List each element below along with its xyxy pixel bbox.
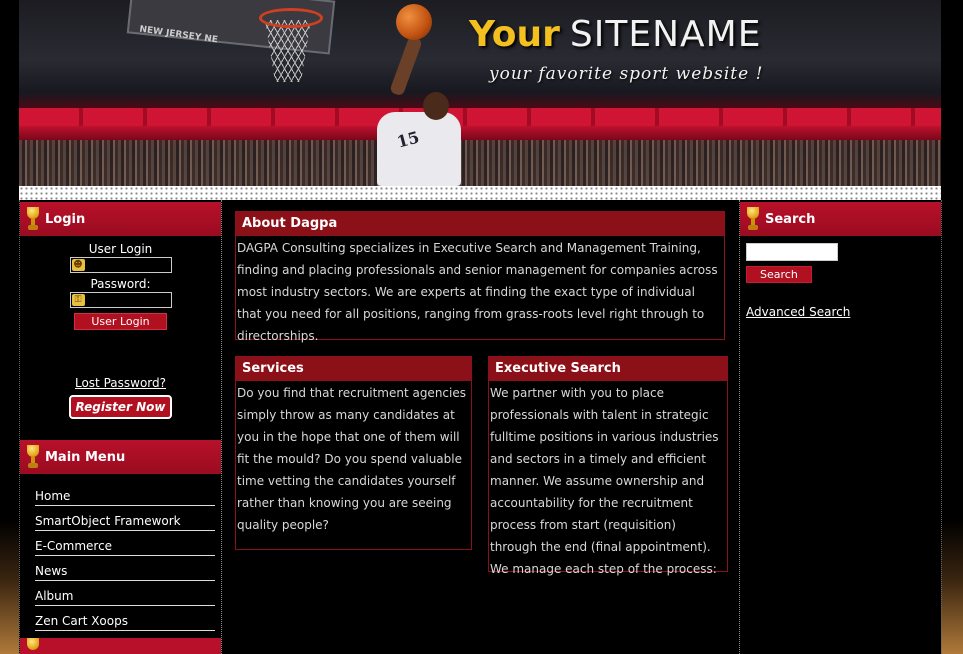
services-box: Services Do you find that recruitment ag…: [235, 356, 472, 550]
menu-item-news[interactable]: News: [35, 557, 215, 581]
left-sidebar: Login User Login ☻ Password: ⚿ User Logi…: [19, 200, 222, 654]
username-field[interactable]: ☻: [69, 257, 172, 273]
main-menu-title: Main Menu: [45, 449, 126, 465]
search-block-title: Search: [740, 202, 941, 236]
login-block-title: Login: [20, 202, 221, 236]
site-title[interactable]: Your SITENAME: [469, 14, 761, 55]
menu-item-label[interactable]: Album: [35, 589, 73, 603]
trophy-icon: [746, 207, 760, 231]
site-title-your: Your: [469, 14, 560, 55]
menu-item-label[interactable]: Zen Cart Xoops: [35, 614, 128, 628]
menu-item-label[interactable]: News: [35, 564, 67, 578]
menu-item-ecommerce[interactable]: E-Commerce: [35, 532, 215, 556]
about-text: DAGPA Consulting specializes in Executiv…: [237, 241, 718, 343]
site-title-name: SITENAME: [569, 14, 762, 55]
executive-search-title: Executive Search: [489, 357, 727, 381]
main-menu-block: Main Menu Home SmartObject Framework E-C…: [20, 438, 221, 632]
menu-item-home[interactable]: Home: [35, 482, 215, 506]
trophy-icon: [26, 207, 40, 231]
player-head-graphic: [423, 92, 449, 120]
executive-search-text: We partner with you to place professiona…: [490, 386, 719, 576]
header-divider: [19, 186, 941, 200]
services-title: Services: [236, 357, 471, 381]
menu-item-album[interactable]: Album: [35, 582, 215, 606]
search-input[interactable]: [746, 243, 838, 261]
page-background-left: [0, 0, 19, 654]
trophy-icon: [26, 638, 40, 654]
advanced-search-link[interactable]: Advanced Search: [746, 305, 941, 319]
trophy-icon: [26, 445, 40, 469]
executive-search-box: Executive Search We partner with you to …: [488, 356, 728, 576]
user-icon: ☻: [71, 259, 85, 271]
search-title: Search: [765, 211, 816, 227]
site-header-banner: NEW JERSEY NE 15 Your SITENAME your favor…: [19, 0, 941, 186]
menu-item-label[interactable]: Home: [35, 489, 70, 503]
main-menu-title-bar: Main Menu: [20, 440, 221, 474]
menu-item-smartobject[interactable]: SmartObject Framework: [35, 507, 215, 531]
page-background-right: [941, 0, 963, 654]
arena-crowd: [19, 140, 941, 186]
basketball-net-graphic: [265, 20, 311, 82]
menu-item-label[interactable]: E-Commerce: [35, 539, 112, 553]
main-menu-list: Home SmartObject Framework E-Commerce Ne…: [20, 482, 221, 631]
next-block-title-bar: [20, 638, 221, 654]
basketball-rim-graphic: [259, 8, 323, 28]
search-button[interactable]: Search: [746, 266, 812, 283]
main-content: About Dagpa DAGPA Consulting specializes…: [221, 200, 738, 654]
user-login-button[interactable]: User Login: [74, 313, 167, 330]
about-title: About Dagpa: [236, 212, 724, 236]
player-body-graphic: [377, 112, 461, 186]
about-box: About Dagpa DAGPA Consulting specializes…: [235, 211, 725, 343]
player-arm-graphic: [389, 35, 423, 97]
right-sidebar: Search Search Advanced Search: [739, 200, 942, 654]
services-text: Do you find that recruitment agencies si…: [237, 386, 466, 532]
lost-password-link[interactable]: Lost Password?: [20, 376, 221, 390]
password-label: Password:: [90, 277, 151, 291]
login-title: Login: [45, 211, 86, 227]
menu-item-label[interactable]: SmartObject Framework: [35, 514, 181, 528]
register-now-button[interactable]: Register Now: [68, 395, 173, 419]
basketball-icon: [396, 4, 432, 40]
user-login-label: User Login: [88, 242, 153, 256]
site-slogan: your favorite sport website !: [489, 64, 764, 84]
password-field[interactable]: ⚿: [69, 292, 172, 308]
key-icon: ⚿: [71, 294, 85, 306]
arena-banner-stripe: [19, 108, 941, 126]
menu-item-zencart[interactable]: Zen Cart Xoops: [35, 607, 215, 631]
login-form: User Login ☻ Password: ⚿ User Login Lost…: [20, 236, 221, 419]
